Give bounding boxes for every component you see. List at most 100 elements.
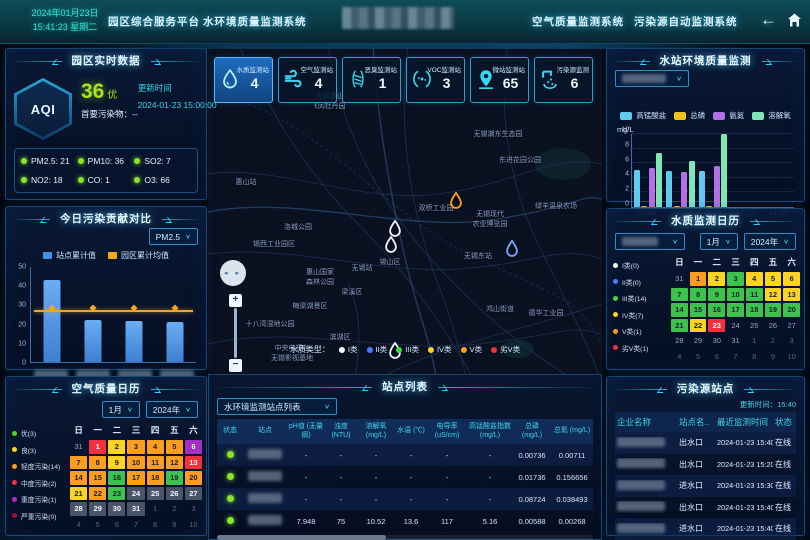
map-filter-button[interactable]: VOC监测站3 [406, 57, 465, 103]
station-bar[interactable] [167, 322, 184, 362]
series-bar[interactable] [634, 170, 640, 207]
zoom-in-button[interactable]: + [229, 294, 242, 307]
home-icon[interactable] [787, 13, 802, 27]
back-arrow-icon[interactable]: ← [760, 10, 777, 30]
legend-item[interactable]: 氨氮 [713, 110, 744, 121]
calendar-day: 23 [708, 319, 725, 333]
series-bar[interactable] [656, 153, 662, 207]
calendar-day: 20 [185, 471, 202, 485]
value-cell: 7.948 [287, 517, 325, 526]
y-tick-label: 6 [625, 156, 629, 163]
station-list-select[interactable]: 水环境监测站点列表∨ [217, 398, 337, 415]
map-filter-button[interactable]: 微站监测站65 [470, 57, 529, 103]
legend-item[interactable]: 站点累计值 [43, 250, 96, 261]
nav-park-platform[interactable]: 园区综合服务平台 [108, 14, 200, 29]
pollutant-value: O3: 66 [144, 175, 170, 185]
nav-air-system[interactable]: 空气质量监测系统 [532, 14, 624, 29]
bar-slot [72, 267, 113, 362]
status-dot [21, 158, 27, 164]
zoom-slider[interactable] [234, 308, 237, 358]
water-station-marker[interactable] [385, 236, 398, 258]
online-dot [227, 473, 234, 480]
series-bar[interactable] [689, 161, 695, 207]
value-cell: - [395, 473, 427, 482]
nav-pollution-system[interactable]: 污染源自动监测系统 [634, 14, 738, 29]
month-select[interactable]: 1月∨ [700, 233, 738, 250]
value-cell: 0.00711 [551, 451, 593, 460]
series-bar[interactable] [706, 206, 712, 207]
calendar-day: 31 [127, 502, 144, 516]
value-cell: - [287, 495, 325, 504]
table-horizontal-scrollbar[interactable] [217, 535, 593, 540]
redacted-company-name [617, 437, 665, 447]
status-dot [134, 177, 140, 183]
pollution-source-row[interactable]: 进水口2024-01-23 15:40..在线 [615, 518, 796, 540]
redacted-company-name [617, 501, 665, 511]
site-cell: 出水口 [677, 502, 715, 513]
legend-item[interactable]: 溶解氧 [752, 110, 791, 121]
calendar-day: 8 [746, 350, 763, 364]
contribution-chart: 01020304050 [12, 267, 198, 363]
pollution-source-row[interactable]: 出水口2024-01-23 15:40..在线 [615, 497, 796, 519]
map-pan-control[interactable] [220, 260, 246, 286]
table-row[interactable]: ------0.017360.156656- [217, 466, 593, 488]
series-bar[interactable] [666, 171, 672, 208]
station-bar[interactable] [126, 321, 143, 362]
water-station-marker[interactable] [450, 192, 463, 214]
legend-item[interactable]: 总磷 [674, 110, 705, 121]
station-bar[interactable] [43, 280, 60, 362]
pollution-source-row[interactable]: 进水口2024-01-23 15:30..在线 [615, 475, 796, 497]
value-cell: 0.01736 [513, 473, 551, 482]
legend-item[interactable]: 高锰酸盐 [620, 110, 666, 121]
station-bar[interactable] [84, 320, 101, 362]
year-select[interactable]: 2024年∨ [744, 233, 796, 250]
water-station-marker[interactable] [506, 240, 519, 262]
series-bar[interactable] [681, 172, 687, 207]
series-bar[interactable] [699, 171, 705, 207]
average-line [34, 310, 192, 312]
map-filter-button[interactable]: 水质监测站4 [214, 57, 273, 103]
series-bar[interactable] [641, 206, 647, 207]
station-select[interactable]: ∨ [615, 233, 685, 250]
map-place-label: 无锡潮东生态园 [474, 129, 523, 139]
map-place-label: 德华工业园 [529, 308, 564, 318]
column-header: 总氮 (mg/L) [551, 419, 593, 444]
legend-item: IV类 [428, 344, 452, 355]
calendar-legend-item: 劣V类(1) [613, 343, 671, 353]
map-filter-button[interactable]: 空气监测站4 [278, 57, 337, 103]
legend-item: 劣V类 [491, 344, 520, 355]
map-canvas[interactable]: 无锡惠山飞凤牡丹园惠山站锡西工业园区洛城公园无锡潮东生态园东进花园公园双桥工业园… [208, 44, 602, 540]
map-place-label: 森林公园 [306, 277, 334, 287]
table-row[interactable]: ------0.007360.00711- [217, 444, 593, 466]
aqi-grade: 优 [107, 90, 117, 101]
table-row[interactable]: ------0.087240.038493- [217, 488, 593, 510]
y-tick-label: 10 [18, 340, 26, 347]
legend-dot [396, 347, 402, 353]
pollution-source-row[interactable]: 出水口2024-01-23 15:20..在线 [615, 454, 796, 476]
year-select[interactable]: 2024年∨ [146, 401, 198, 418]
station-list-panel: 站点列表 水环境监测站点列表∨ 状态站点pH值 (无量纲)浊度 (NTU)溶解氧… [208, 374, 602, 540]
calendar-day: 31 [70, 440, 87, 454]
series-bar[interactable] [714, 166, 720, 207]
pollutant-select[interactable]: PM2.5∨ [149, 228, 198, 245]
table-row[interactable]: 7.9487510.5213.61175.160.005880.002685.5… [217, 510, 593, 532]
month-select[interactable]: 1月∨ [102, 401, 140, 418]
series-bar[interactable] [649, 168, 655, 207]
station-select[interactable]: ∨ [615, 70, 689, 87]
value-cell: - [395, 451, 427, 460]
zoom-out-button[interactable]: − [229, 359, 242, 372]
series-bar[interactable] [674, 206, 680, 207]
panel-title: 水质监测日历 [661, 213, 750, 228]
calendar-legend-item: 优(3) [12, 428, 70, 438]
legend-item[interactable]: 园区累计均值 [108, 250, 169, 261]
series-bar[interactable] [721, 134, 727, 207]
pollution-source-row[interactable]: 出水口2024-01-23 15:40..在线 [615, 432, 796, 454]
column-header: 状态 [217, 419, 243, 444]
map-filter-button[interactable]: 恶臭监测站1 [342, 57, 401, 103]
legend-swatch [43, 252, 52, 259]
station-name-cell [243, 471, 287, 483]
legend-label: 优(3) [21, 428, 36, 438]
calendar-day: 6 [185, 440, 202, 454]
nav-water-system[interactable]: 水环境质量监测系统 [203, 14, 307, 29]
map-filter-button[interactable]: 污染源监测6 [534, 57, 593, 103]
